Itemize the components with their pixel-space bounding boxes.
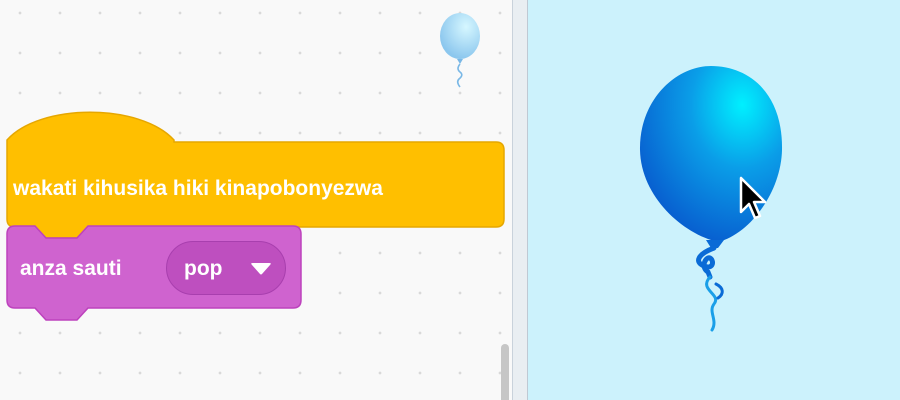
sound-block-label: anza sauti (20, 257, 122, 280)
mouse-pointer-icon (739, 176, 767, 220)
pane-divider (512, 0, 528, 400)
chevron-down-icon (251, 263, 271, 275)
sound-name-value: pop (184, 257, 223, 280)
sound-name-dropdown[interactable]: pop (166, 241, 286, 295)
start-sound-block[interactable] (0, 0, 512, 400)
code-area[interactable]: wakati kihusika hiki kinapobonyezwa anza… (0, 0, 512, 400)
stage[interactable] (528, 0, 900, 400)
